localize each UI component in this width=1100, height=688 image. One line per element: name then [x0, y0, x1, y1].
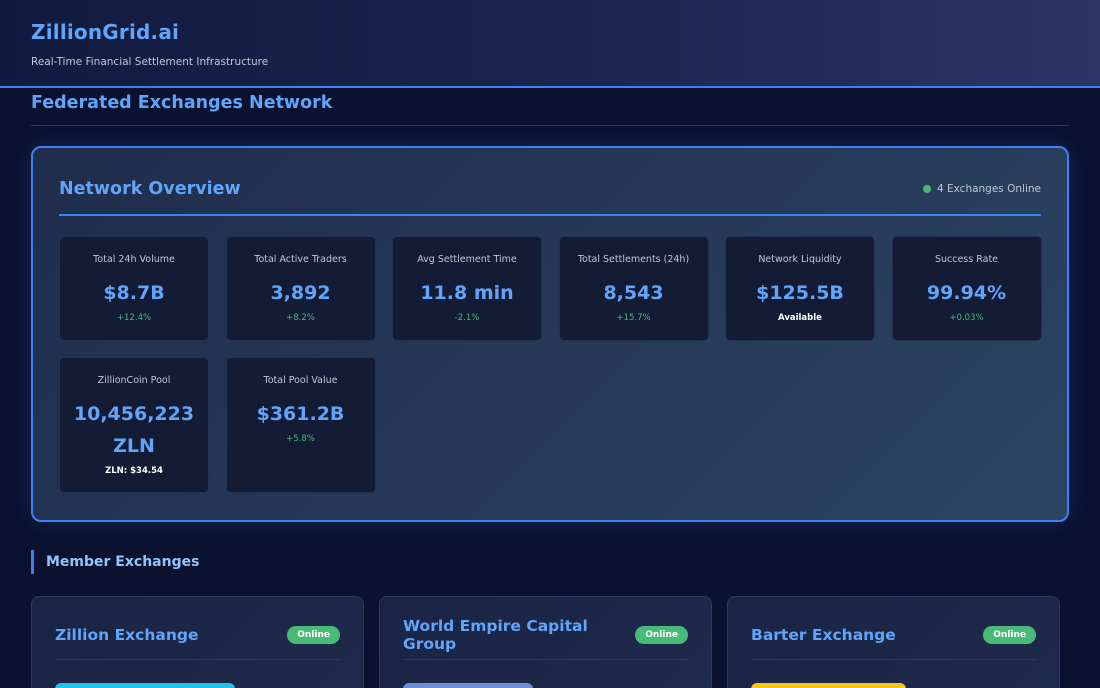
exchange-accent-bar [403, 683, 533, 688]
exchange-name[interactable]: Barter Exchange [751, 626, 896, 644]
main-content: Federated Exchanges Network Network Over… [0, 88, 1100, 688]
stat-label: Network Liquidity [758, 254, 842, 265]
stat-card-network-liquidity: Network Liquidity $125.5B Available [725, 236, 875, 341]
stat-value: $361.2B [256, 403, 345, 425]
stat-change: +5.8% [286, 434, 315, 444]
overview-title: Network Overview [59, 179, 241, 199]
exchange-card-barter[interactable]: Barter Exchange Online [727, 596, 1060, 688]
stat-card-active-traders: Total Active Traders 3,892 +8.2% [225, 236, 376, 341]
status-badge: Online [287, 626, 340, 644]
stat-label: Avg Settlement Time [417, 254, 517, 265]
exchange-name[interactable]: Zillion Exchange [55, 626, 198, 644]
exchange-name[interactable]: World Empire Capital Group [403, 617, 635, 653]
member-exchanges-title: Member Exchanges [31, 550, 1069, 574]
stat-value: $8.7B [103, 282, 165, 304]
stat-change: -2.1% [454, 313, 480, 323]
online-status-dot-icon [922, 185, 931, 193]
brand-logo[interactable]: ZillionGrid.ai [31, 20, 1069, 44]
stat-change: +8.2% [286, 313, 315, 323]
stat-card-avg-settlement-time: Avg Settlement Time 11.8 min -2.1% [392, 236, 542, 341]
stat-card-total-volume: Total 24h Volume $8.7B +12.4% [59, 236, 209, 341]
exchange-card-header: Zillion Exchange Online [55, 597, 340, 660]
stat-label: Success Rate [934, 254, 999, 265]
stat-change: +15.7% [616, 313, 651, 323]
stat-label: Total Pool Value [263, 375, 338, 386]
exchanges-online-label: 4 Exchanges Online [936, 183, 1041, 195]
exchange-card-header: World Empire Capital Group Online [403, 597, 688, 660]
stat-value: 11.8 min [420, 282, 514, 304]
exchange-card-zillion[interactable]: Zillion Exchange Online [31, 596, 364, 688]
page-title: Federated Exchanges Network [31, 88, 1069, 126]
stat-value: 99.94% [926, 282, 1007, 304]
stat-card-zillioncoin-pool: ZillionCoin Pool 10,456,223 ZLN ZLN: $34… [59, 357, 209, 493]
stats-grid: Total 24h Volume $8.7B +12.4% Total Acti… [59, 236, 1042, 493]
stat-value: 8,543 [603, 282, 664, 304]
stat-label: Total Active Traders [254, 254, 347, 265]
stat-note: ZLN: $34.54 [105, 466, 163, 476]
stat-change: +0.03% [949, 313, 984, 323]
app-header: ZillionGrid.ai Real-Time Financial Settl… [0, 0, 1100, 88]
overview-header: Network Overview 4 Exchanges Online [59, 148, 1041, 216]
stat-value: 3,892 [270, 282, 331, 304]
stat-label: ZillionCoin Pool [97, 375, 171, 386]
stat-card-success-rate: Success Rate 99.94% +0.03% [891, 236, 1042, 341]
status-badge: Online [983, 626, 1036, 644]
exchange-card-header: Barter Exchange Online [751, 597, 1036, 660]
stat-label: Total Settlements (24h) [577, 254, 690, 265]
status-badge: Online [635, 626, 688, 644]
exchange-accent-bar [55, 683, 235, 688]
exchange-cards: Zillion Exchange Online World Empire Cap… [31, 596, 1069, 688]
stat-change: +12.4% [116, 313, 152, 323]
stat-label: Total 24h Volume [93, 254, 175, 265]
stat-value: $125.5B [756, 282, 844, 304]
exchanges-online-status: 4 Exchanges Online [922, 183, 1041, 195]
stat-value: 10,456,223 ZLN [73, 403, 195, 457]
exchange-accent-bar [751, 683, 906, 688]
brand-tagline: Real-Time Financial Settlement Infrastru… [31, 56, 269, 68]
network-overview-panel: Network Overview 4 Exchanges Online Tota… [31, 146, 1069, 522]
stat-card-total-settlements: Total Settlements (24h) 8,543 +15.7% [558, 236, 709, 341]
stat-note: Available [778, 313, 822, 323]
exchange-card-world-empire[interactable]: World Empire Capital Group Online [379, 596, 712, 688]
stat-card-total-pool-value: Total Pool Value $361.2B +5.8% [225, 357, 376, 493]
